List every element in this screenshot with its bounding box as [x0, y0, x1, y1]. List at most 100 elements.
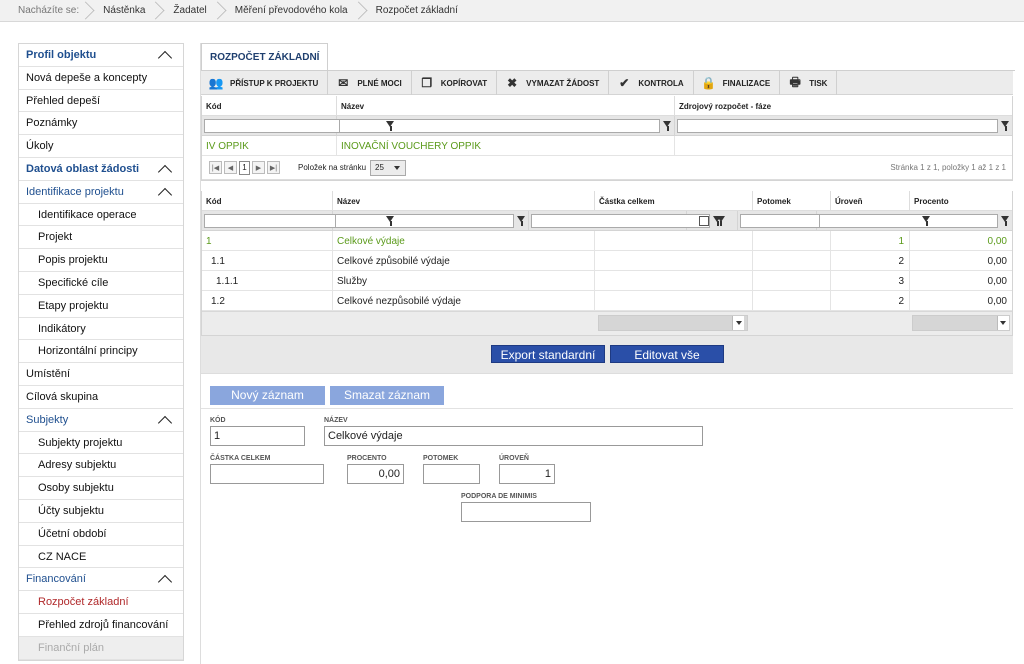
sidebar-item-18[interactable]: Adresy subjektu: [19, 454, 183, 478]
sidebar-item-8[interactable]: Projekt: [19, 226, 183, 250]
sidebar-item-7[interactable]: Identifikace operace: [19, 204, 183, 227]
procento-field[interactable]: 0,00: [347, 464, 404, 484]
budget-items-grid: Kód Název Částka celkem Potomek Úroveň P…: [201, 191, 1013, 336]
chevron-down-icon: [1000, 321, 1006, 325]
podpora-de-minimis-field[interactable]: [461, 502, 591, 522]
sidebar-item-label: Účetní období: [38, 527, 107, 540]
aggregate-select-procento[interactable]: [912, 315, 1010, 331]
filter-input-nazev[interactable]: [335, 213, 514, 228]
column-header-castka[interactable]: Částka celkem: [595, 191, 753, 211]
toolbar-button-4[interactable]: ✔ KONTROLA: [609, 71, 694, 95]
sidebar-item-3[interactable]: Poznámky: [19, 112, 183, 136]
sidebar-item-20[interactable]: Účty subjektu: [19, 500, 183, 523]
potomek-filter-checkbox[interactable]: [698, 215, 709, 226]
sidebar-item-14[interactable]: Umístění: [19, 363, 183, 386]
column-header-uroven[interactable]: Úroveň: [831, 191, 910, 211]
filter-input-castka[interactable]: [531, 213, 710, 228]
sidebar-item-label: Umístění: [26, 368, 71, 381]
sidebar-item-21[interactable]: Účetní období: [19, 523, 183, 546]
filter-icon[interactable]: [517, 215, 526, 226]
chevron-up-icon[interactable]: [160, 164, 170, 174]
sidebar-item-12[interactable]: Indikátory: [19, 318, 183, 341]
sidebar-item-15[interactable]: Cílová skupina: [19, 386, 183, 409]
table-row[interactable]: 1 Celkové výdaje 1 0,00: [202, 231, 1012, 251]
filter-icon[interactable]: [716, 215, 726, 226]
sidebar-item-19[interactable]: Osoby subjektu: [19, 477, 183, 500]
people-icon: 👥: [208, 76, 224, 90]
sidebar-item-label: Úkoly: [26, 140, 54, 153]
cell-nazev: INOVAČNÍ VOUCHERY OPPIK: [337, 136, 675, 156]
sidebar-item-label: Poznámky: [26, 117, 78, 130]
column-header-zdrojovy[interactable]: Zdrojový rozpočet - fáze: [675, 96, 1012, 116]
toolbar-button-0[interactable]: 👥 PŘÍSTUP K PROJEKTU: [201, 71, 329, 95]
uroven-field[interactable]: 1: [499, 464, 555, 484]
sidebar-item-25[interactable]: Přehled zdrojů financování: [19, 614, 183, 637]
column-header-nazev[interactable]: Název: [337, 96, 675, 116]
first-page-icon[interactable]: |◀: [209, 161, 222, 174]
kod-field[interactable]: 1: [210, 426, 305, 446]
export-standard-button[interactable]: Export standardní: [491, 345, 605, 363]
filter-input-zdrojovy[interactable]: [677, 118, 998, 133]
sidebar-item-10[interactable]: Specifické cíle: [19, 272, 183, 295]
sidebar-item-1[interactable]: Nová depeše a koncepty: [19, 67, 183, 90]
sidebar-item-24[interactable]: Rozpočet základní: [19, 591, 183, 614]
sidebar-item-11[interactable]: Etapy projektu: [19, 295, 183, 318]
last-page-icon[interactable]: ▶|: [267, 161, 280, 174]
sidebar-item-2[interactable]: Přehled depeší: [19, 90, 183, 113]
page-number[interactable]: 1: [239, 160, 250, 175]
sidebar-item-17[interactable]: Subjekty projektu: [19, 432, 183, 455]
toolbar-button-6[interactable]: 🖶 TISK: [780, 71, 838, 95]
tab-rozpocet-zakladni[interactable]: ROZPOČET ZÁKLADNÍ: [201, 43, 329, 71]
toolbar-button-5[interactable]: 🔒 FINALIZACE: [694, 71, 781, 95]
aggregate-select-castka[interactable]: [598, 315, 748, 331]
sidebar-item-5[interactable]: Datová oblast žádosti: [19, 158, 183, 181]
edit-all-button[interactable]: Editovat vše: [610, 345, 724, 363]
chevron-up-icon[interactable]: [160, 415, 170, 425]
filter-icon[interactable]: [1001, 215, 1010, 226]
nazev-label: NÁZEV: [324, 417, 348, 424]
sidebar-item-13[interactable]: Horizontální principy: [19, 340, 183, 364]
chevron-up-icon[interactable]: [160, 50, 170, 60]
castka-field[interactable]: [210, 464, 324, 484]
sidebar-item-22[interactable]: CZ NACE: [19, 546, 183, 569]
table-row[interactable]: 1.1.1 Služby 3 0,00: [202, 271, 1012, 291]
per-page-select[interactable]: 25: [370, 159, 407, 176]
column-header-kod[interactable]: Kód: [202, 96, 337, 116]
sidebar-item-6[interactable]: Identifikace projektu: [19, 181, 183, 204]
sidebar-item-0[interactable]: Profil objektu: [19, 44, 183, 67]
column-header-kod[interactable]: Kód: [202, 191, 333, 211]
delete-record-button[interactable]: Smazat záznam: [330, 386, 444, 405]
sidebar-item-4[interactable]: Úkoly: [19, 135, 183, 158]
filter-input-procento[interactable]: [819, 213, 998, 228]
breadcrumb-item-project[interactable]: Měření převodového kola: [219, 0, 360, 22]
toolbar-button-3[interactable]: ✖ VYMAZAT ŽÁDOST: [497, 71, 610, 95]
next-page-icon[interactable]: ▶: [252, 161, 265, 174]
sidebar-item-23[interactable]: Financování: [19, 568, 183, 592]
sidebar-item-16[interactable]: Subjekty: [19, 409, 183, 432]
potomek-field[interactable]: [423, 464, 480, 484]
pager-info: Stránka 1 z 1, položky 1 až 1 z 1: [890, 163, 1006, 172]
filter-icon[interactable]: [663, 120, 672, 131]
nazev-field[interactable]: Celkové výdaje: [324, 426, 703, 446]
aggregate-row: [202, 311, 1012, 335]
filter-icon[interactable]: [1001, 120, 1010, 131]
grid-header-row: Kód Název Částka celkem Potomek Úroveň P…: [202, 191, 1012, 211]
chevron-up-icon[interactable]: [160, 574, 170, 584]
sidebar-item-label: Projekt: [38, 231, 73, 244]
table-row[interactable]: 1.2 Celkové nezpůsobilé výdaje 2 0,00: [202, 291, 1012, 311]
column-header-procento[interactable]: Procento: [910, 191, 1012, 211]
table-row[interactable]: 1.1 Celkové způsobilé výdaje 2 0,00: [202, 251, 1012, 271]
sidebar-item-26[interactable]: Finanční plán: [19, 636, 183, 660]
toolbar-button-1[interactable]: ✉ PLNÉ MOCI: [328, 71, 412, 95]
toolbar-button-2[interactable]: ❐ KOPÍROVAT: [412, 71, 498, 95]
cell-nazev: Služby: [333, 271, 595, 291]
sidebar-item-9[interactable]: Popis projektu: [19, 249, 183, 272]
sidebar-item-label: Cílová skupina: [26, 390, 99, 403]
table-row[interactable]: IV OPPIK INOVAČNÍ VOUCHERY OPPIK: [202, 136, 1012, 156]
column-header-potomek[interactable]: Potomek: [753, 191, 831, 211]
chevron-up-icon[interactable]: [160, 187, 170, 197]
new-record-button[interactable]: Nový záznam: [210, 386, 325, 405]
column-header-nazev[interactable]: Název: [333, 191, 595, 211]
prev-page-icon[interactable]: ◀: [224, 161, 237, 174]
sidebar-item-label: Specifické cíle: [38, 276, 109, 289]
